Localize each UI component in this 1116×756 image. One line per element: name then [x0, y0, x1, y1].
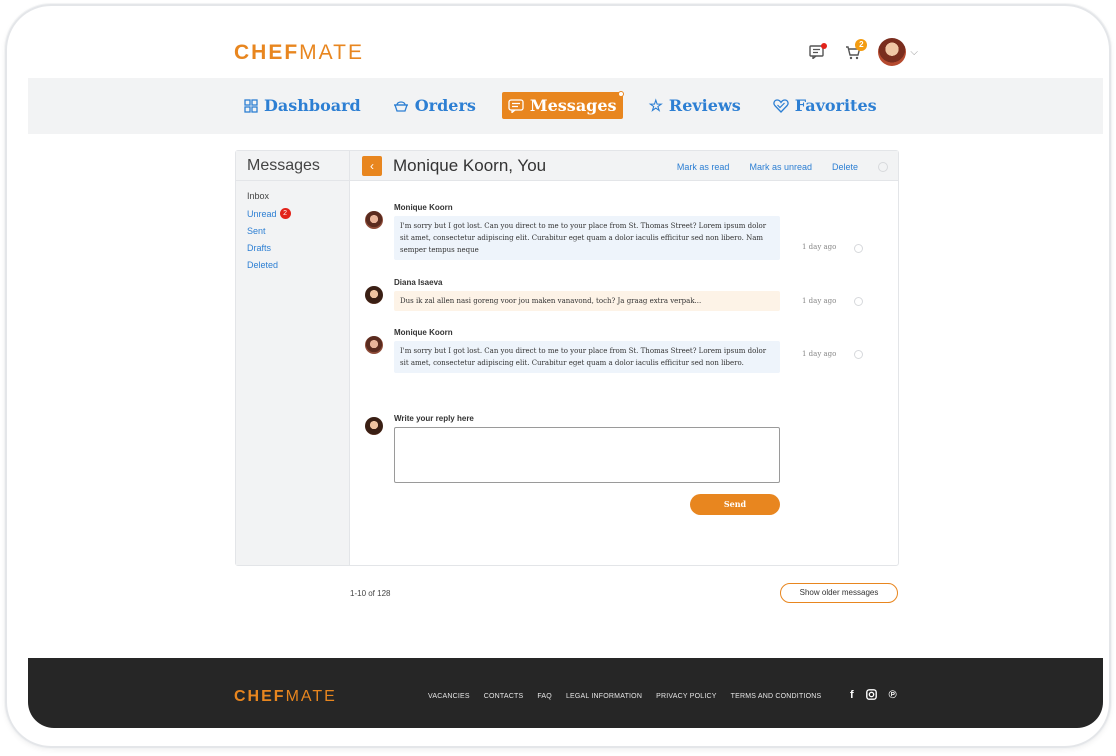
message-author: Monique Koorn	[394, 328, 453, 337]
message-time: 1 day ago	[802, 243, 837, 251]
message-time: 1 day ago	[802, 297, 837, 305]
footer-logo[interactable]: CHEFMATE	[234, 688, 337, 706]
avatar	[365, 336, 383, 354]
avatar	[365, 211, 383, 229]
sidebar-title: Messages	[236, 151, 349, 181]
avatar	[365, 417, 383, 435]
nav-dashboard-label: Dashboard	[264, 96, 361, 115]
messages-notification-dot	[617, 91, 624, 97]
reply-textarea[interactable]	[394, 427, 780, 483]
cart-icon[interactable]: 2	[842, 39, 868, 63]
mark-read-link[interactable]: Mark as read	[677, 162, 730, 172]
message-select-checkbox[interactable]	[854, 350, 863, 359]
messages-panel: Messages Inbox Unread 2 Sent Drafts Delet…	[235, 150, 899, 566]
message-item: Monique Koorn I'm sorry but I got lost. …	[365, 203, 895, 265]
star-icon: ☆	[648, 96, 663, 115]
nav-orders-label: Orders	[414, 96, 476, 115]
avatar	[365, 286, 383, 304]
sidebar-item-unread[interactable]: Unread 2	[247, 208, 338, 219]
chevron-left-icon: ‹	[370, 159, 374, 173]
mark-unread-link[interactable]: Mark as unread	[749, 162, 812, 172]
nav-dashboard[interactable]: Dashboard	[238, 92, 367, 119]
footer-link-vacancies[interactable]: VACANCIES	[428, 693, 470, 700]
sidebar-item-label: Deleted	[247, 260, 279, 270]
cart-badge: 2	[855, 39, 868, 51]
tablet-frame: CHEFMATE 2 ⌵ Dashboard Orders Messages ☆…	[5, 4, 1111, 748]
sidebar-item-label: Inbox	[247, 191, 270, 201]
message-author: Monique Koorn	[394, 203, 453, 212]
footer-link-contacts[interactable]: CONTACTS	[484, 693, 524, 700]
footer-links: VACANCIES CONTACTS FAQ LEGAL INFORMATION…	[428, 693, 821, 700]
sidebar-item-label: Drafts	[247, 243, 272, 253]
sidebar-item-label: Sent	[247, 226, 266, 236]
dashboard-icon	[244, 98, 258, 113]
nav-orders[interactable]: Orders	[387, 92, 482, 119]
select-all-checkbox[interactable]	[878, 162, 888, 172]
message-time: 1 day ago	[802, 350, 837, 358]
nav-messages-label: Messages	[529, 96, 617, 115]
sidebar-item-drafts[interactable]: Drafts	[247, 243, 338, 253]
send-button[interactable]: Send	[690, 494, 780, 515]
message-text: I'm sorry but I got lost. Can you direct…	[394, 341, 780, 373]
footer-link-legal[interactable]: LEGAL INFORMATION	[566, 693, 642, 700]
unread-count-badge: 2	[279, 208, 291, 219]
footer-link-faq[interactable]: FAQ	[537, 693, 552, 700]
social-links: f ℗	[850, 689, 897, 703]
user-avatar[interactable]	[878, 38, 907, 66]
chevron-down-icon[interactable]: ⌵	[910, 47, 918, 58]
screen: CHEFMATE 2 ⌵ Dashboard Orders Messages ☆…	[28, 26, 1103, 728]
message-icon	[508, 98, 524, 113]
conversation-header: ‹ Monique Koorn, You Mark as read Mark a…	[350, 151, 898, 181]
pinterest-icon[interactable]: ℗	[889, 689, 897, 703]
pagination-count: 1-10 of 128	[350, 589, 391, 598]
top-icons: 2 ⌵	[806, 38, 918, 66]
logo-bold-text: CHEF	[234, 688, 286, 705]
sidebar-item-deleted[interactable]: Deleted	[247, 260, 338, 270]
footer-link-privacy[interactable]: PRIVACY POLICY	[656, 693, 717, 700]
notification-dot	[821, 43, 828, 49]
message-select-checkbox[interactable]	[854, 244, 863, 253]
folder-list: Inbox Unread 2 Sent Drafts Deleted	[236, 181, 349, 287]
logo-bold-text: CHEF	[234, 41, 300, 64]
message-text: Dus ik zal allen nasi goreng voor jou ma…	[394, 291, 780, 311]
reply-label: Write your reply here	[394, 414, 474, 423]
orders-icon	[393, 100, 408, 112]
footer-link-terms[interactable]: TERMS AND CONDITIONS	[731, 693, 822, 700]
chat-notification-icon[interactable]	[806, 41, 828, 63]
logo-light-text: MATE	[285, 688, 337, 705]
logo[interactable]: CHEFMATE	[234, 41, 364, 65]
facebook-icon[interactable]: f	[850, 689, 854, 703]
show-older-button[interactable]: Show older messages	[780, 583, 898, 603]
messages-sidebar: Messages Inbox Unread 2 Sent Drafts Delet…	[236, 151, 350, 565]
message-item: Monique Koorn I'm sorry but I got lost. …	[365, 328, 895, 378]
message-text: I'm sorry but I got lost. Can you direct…	[394, 216, 780, 260]
nav-favorites[interactable]: Favorites	[767, 92, 883, 119]
main-nav: Dashboard Orders Messages ☆ Reviews Favo…	[28, 78, 1103, 134]
logo-light-text: MATE	[299, 41, 364, 64]
footer: CHEFMATE VACANCIES CONTACTS FAQ LEGAL IN…	[28, 658, 1103, 728]
message-item: Diana Isaeva Dus ik zal allen nasi goren…	[365, 278, 895, 316]
top-bar: CHEFMATE 2 ⌵	[28, 26, 1103, 78]
delete-link[interactable]: Delete	[832, 162, 858, 172]
message-select-checkbox[interactable]	[854, 297, 863, 306]
sidebar-item-label: Unread	[247, 208, 277, 219]
nav-reviews[interactable]: ☆ Reviews	[643, 92, 747, 119]
conversation-actions: Mark as read Mark as unread Delete	[677, 162, 888, 172]
nav-favorites-label: Favorites	[794, 96, 877, 115]
heart-icon	[773, 98, 789, 113]
sidebar-item-inbox[interactable]: Inbox	[247, 191, 338, 201]
nav-messages[interactable]: Messages	[501, 91, 624, 119]
instagram-icon[interactable]	[865, 689, 877, 703]
nav-reviews-label: Reviews	[668, 96, 741, 115]
message-author: Diana Isaeva	[394, 278, 443, 287]
back-button[interactable]: ‹	[362, 156, 382, 176]
sidebar-item-sent[interactable]: Sent	[247, 226, 338, 236]
conversation-title: Monique Koorn, You	[393, 156, 547, 175]
